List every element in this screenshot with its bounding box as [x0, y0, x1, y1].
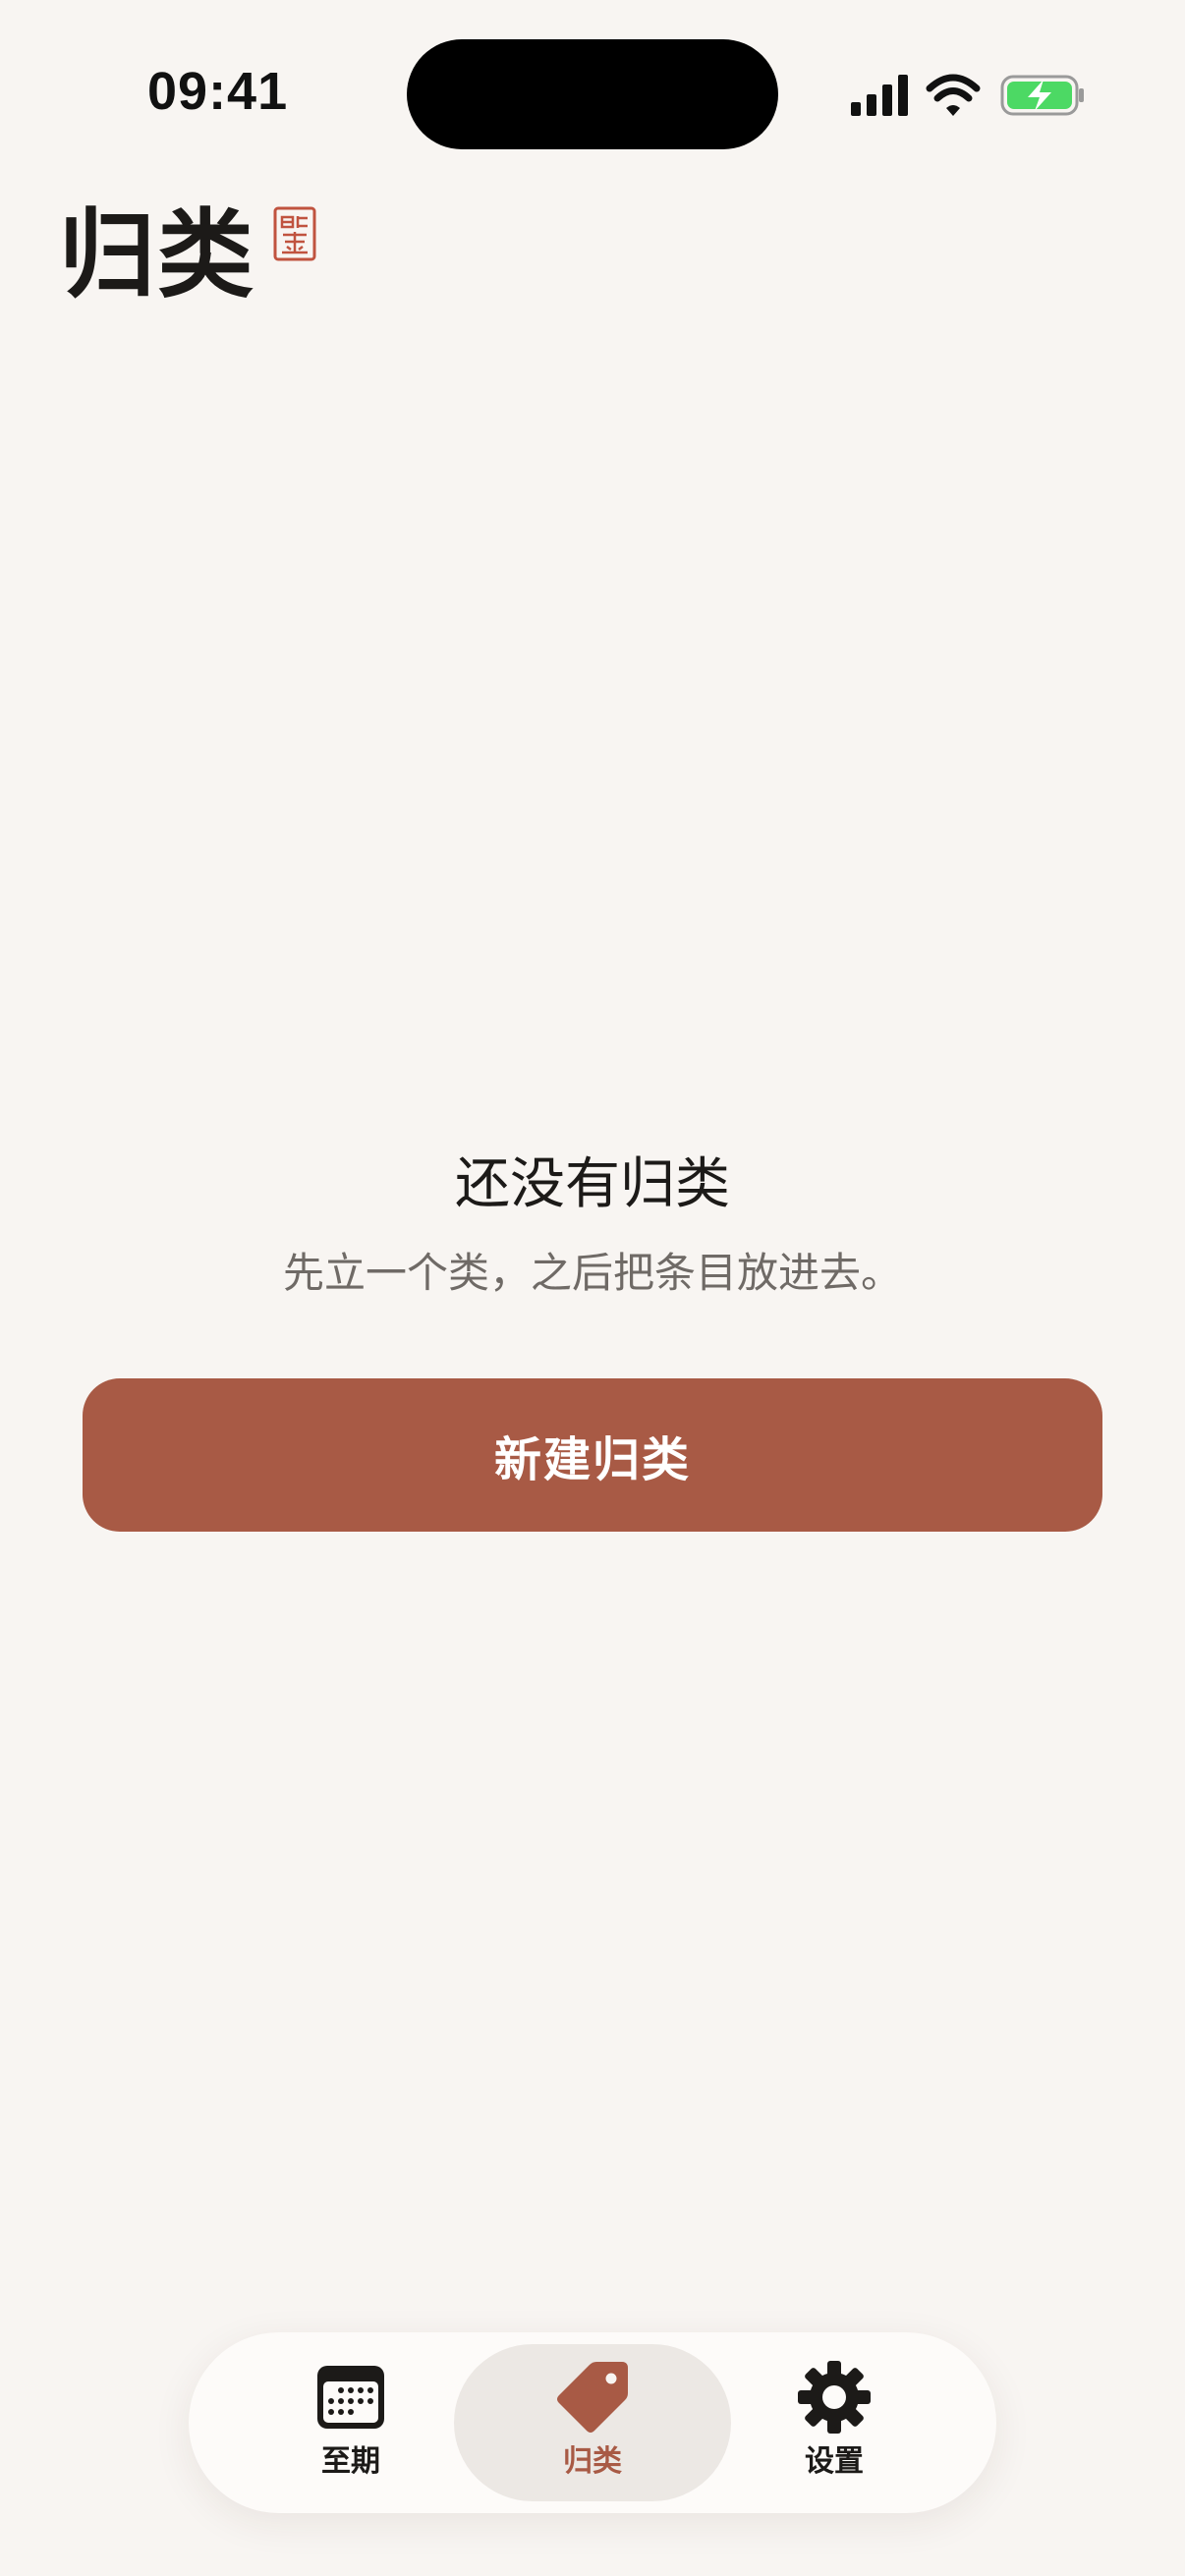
dynamic-island [407, 39, 778, 149]
empty-state-subtitle: 先立一个类，之后把条目放进去。 [282, 1249, 902, 1297]
status-time: 09:41 [147, 62, 289, 121]
calendar-icon [311, 2358, 390, 2436]
cellular-signal-icon [851, 75, 908, 116]
tab-label: 至期 [321, 2444, 380, 2479]
battery-charging-icon [1000, 75, 1084, 116]
tab-bar: 至期 归类 设置 [189, 2332, 996, 2513]
tab-settings[interactable]: 设置 [696, 2344, 973, 2501]
tab-label: 归类 [563, 2444, 622, 2479]
new-category-button[interactable]: 新建归类 [83, 1378, 1102, 1532]
tab-label: 设置 [805, 2444, 864, 2479]
seal-stamp-icon [273, 206, 316, 261]
wifi-icon [926, 74, 981, 116]
tag-icon [553, 2358, 632, 2436]
page-title: 归类 [59, 199, 256, 311]
tab-categories[interactable]: 归类 [454, 2344, 731, 2501]
tab-due[interactable]: 至期 [212, 2344, 489, 2501]
status-icons [849, 71, 1085, 120]
gear-icon [795, 2358, 874, 2436]
empty-state-title: 还没有归类 [455, 1152, 730, 1216]
